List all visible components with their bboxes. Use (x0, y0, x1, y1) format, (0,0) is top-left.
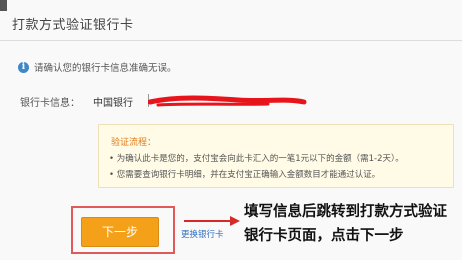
annotation-text: 填写信息后跳转到打款方式验证 银行卡页面，点击下一步 (244, 200, 460, 248)
annotation-line-2: 银行卡页面，点击下一步 (244, 228, 404, 244)
verification-steps-box: 验证流程： • 为确认此卡是您的，支付宝会向此卡汇入的一笔1元以下的金额（需1-… (98, 124, 454, 188)
change-card-link[interactable]: 更换银行卡 (181, 228, 224, 240)
step-item: • 为确认此卡是您的，支付宝会向此卡汇入的一笔1元以下的金额（需1-2天）。 (109, 154, 404, 164)
notice-text: 请确认您的银行卡信息准确无误。 (34, 63, 177, 74)
corner-mark-icon (0, 0, 7, 11)
next-step-button[interactable]: 下一步 (81, 217, 159, 247)
steps-title: 验证流程： (111, 138, 157, 148)
annotation-line-1: 填写信息后跳转到打款方式验证 (244, 204, 447, 220)
page-title: 打款方式验证银行卡 (12, 18, 134, 33)
redacted-card-number (148, 95, 307, 107)
info-icon: i (18, 61, 29, 73)
info-notice: i 请确认您的银行卡信息准确无误。 (18, 60, 177, 74)
dialog-header: 打款方式验证银行卡 (0, 0, 462, 41)
arrow-right-icon (184, 216, 240, 226)
bank-name: 中国银行 (93, 98, 133, 109)
step-item: • 您需要查询银行卡明细，并在支付宝正确输入金额数目才能通过认证。 (109, 170, 381, 180)
bank-info-label: 银行卡信息： (20, 98, 80, 109)
